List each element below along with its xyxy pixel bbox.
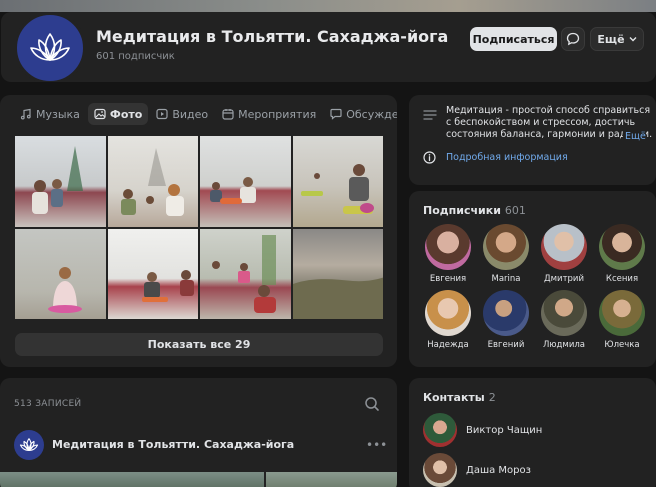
subscriber-count[interactable]: 601 подписчик	[96, 51, 175, 62]
tab-events-label: Мероприятия	[238, 107, 317, 121]
photo-thumbnail[interactable]	[200, 228, 291, 319]
search-icon[interactable]	[364, 396, 380, 412]
photo-thumbnail[interactable]	[200, 136, 291, 227]
photo-icon	[94, 108, 106, 120]
avatar	[423, 413, 457, 447]
video-icon	[156, 108, 168, 120]
posts-block: 513 ЗАПИСЕЙ Медитация в Тольятти. Сахадж…	[0, 378, 397, 487]
avatar	[599, 290, 645, 336]
subscriber-name: Дмитрий	[544, 274, 584, 284]
contact-name: Даша Мороз	[466, 464, 531, 476]
media-block: Музыка Фото Видео Мероприятия Обсуждения	[0, 95, 397, 367]
contact-item[interactable]: Виктор Чащин	[423, 413, 542, 447]
info-icon	[423, 151, 436, 164]
contact-item[interactable]: Даша Мороз	[423, 453, 531, 487]
subscriber-name: Надежда	[427, 340, 469, 350]
photo-thumbnail[interactable]	[15, 228, 106, 319]
subscribers-title[interactable]: Подписчики 601	[423, 204, 526, 217]
subscribe-button[interactable]: Подписаться	[470, 27, 557, 51]
community-header: Медитация в Тольятти. Сахаджа-йога 601 п…	[1, 12, 656, 82]
contacts-title-label: Контакты	[423, 391, 485, 404]
subscribers-grid: Евгения Marina Дмитрий Ксения Надежда Ев…	[419, 224, 651, 350]
subscriber-item[interactable]: Marina	[477, 224, 535, 284]
contact-name: Виктор Чащин	[466, 424, 543, 436]
photo-grid	[15, 136, 383, 319]
subscriber-item[interactable]: Ксения	[593, 224, 651, 284]
subscriber-item[interactable]: Юлечка	[593, 290, 651, 350]
avatar	[483, 290, 529, 336]
post-image[interactable]	[0, 472, 264, 487]
about-block: Медитация - простой способ справиться с …	[409, 95, 656, 185]
photo-thumbnail[interactable]	[292, 228, 383, 319]
tab-events[interactable]: Мероприятия	[216, 103, 322, 125]
subscribers-block: Подписчики 601 Евгения Marina Дмитрий Ксе…	[409, 191, 656, 367]
tab-video[interactable]: Видео	[150, 103, 214, 125]
avatar	[483, 224, 529, 270]
tab-music-label: Музыка	[36, 107, 80, 121]
subscriber-item[interactable]: Евгения	[419, 224, 477, 284]
message-icon	[566, 32, 580, 46]
avatar	[423, 453, 457, 487]
lotus-icon	[19, 438, 39, 451]
post-author-avatar[interactable]	[14, 430, 44, 460]
subscriber-item[interactable]: Дмитрий	[535, 224, 593, 284]
tab-photo-label: Фото	[109, 107, 143, 121]
subscribers-title-count: 601	[504, 204, 526, 217]
subscriber-name: Ксения	[605, 274, 639, 284]
avatar	[541, 224, 587, 270]
description-icon	[423, 110, 437, 120]
more-button[interactable]: Ещё	[590, 27, 644, 51]
subscriber-name: Евгений	[487, 340, 525, 350]
photo-thumbnail[interactable]	[292, 136, 383, 227]
tab-discussions[interactable]: Обсуждения	[324, 103, 397, 125]
lotus-icon	[30, 33, 70, 61]
tab-video-label: Видео	[172, 107, 209, 121]
music-icon	[20, 108, 31, 120]
more-options-icon[interactable]: •••	[366, 438, 387, 452]
contacts-title[interactable]: Контакты 2	[423, 391, 496, 404]
tab-discussions-label: Обсуждения	[346, 107, 397, 121]
avatar	[425, 224, 471, 270]
discussion-icon	[330, 108, 342, 120]
posts-count: 513 ЗАПИСЕЙ	[14, 399, 82, 409]
community-cover	[0, 0, 656, 12]
post-author-name[interactable]: Медитация в Тольятти. Сахаджа-йога	[52, 438, 294, 451]
subscriber-item[interactable]: Людмила	[535, 290, 593, 350]
post-image[interactable]	[266, 472, 397, 487]
more-label: Ещё	[597, 32, 625, 46]
avatar	[425, 290, 471, 336]
subscriber-item[interactable]: Надежда	[419, 290, 477, 350]
community-avatar[interactable]	[14, 12, 86, 82]
tab-music[interactable]: Музыка	[14, 103, 86, 125]
subscriber-name: Marina	[491, 274, 521, 284]
show-all-photos-button[interactable]: Показать все 29	[15, 333, 383, 356]
photo-thumbnail[interactable]	[107, 136, 198, 227]
contacts-title-count: 2	[488, 391, 496, 404]
about-more-link[interactable]: Ещё	[623, 131, 646, 142]
tab-photo[interactable]: Фото	[87, 103, 149, 125]
chevron-down-icon	[629, 37, 637, 42]
calendar-icon	[222, 109, 234, 120]
photo-thumbnail[interactable]	[15, 136, 106, 227]
subscriber-name: Людмила	[542, 340, 585, 350]
avatar	[599, 224, 645, 270]
media-tabs: Музыка Фото Видео Мероприятия Обсуждения	[14, 103, 397, 125]
subscribers-title-label: Подписчики	[423, 204, 501, 217]
message-button[interactable]	[561, 27, 585, 51]
subscriber-name: Евгения	[429, 274, 467, 284]
detailed-info-link[interactable]: Подробная информация	[446, 152, 568, 163]
subscriber-name: Юлечка	[604, 340, 640, 350]
page-title: Медитация в Тольятти. Сахаджа-йога	[96, 27, 449, 46]
photo-thumbnail[interactable]	[107, 228, 198, 319]
subscriber-item[interactable]: Евгений	[477, 290, 535, 350]
contacts-block: Контакты 2 Виктор Чащин Даша Мороз	[409, 378, 656, 487]
avatar	[541, 290, 587, 336]
